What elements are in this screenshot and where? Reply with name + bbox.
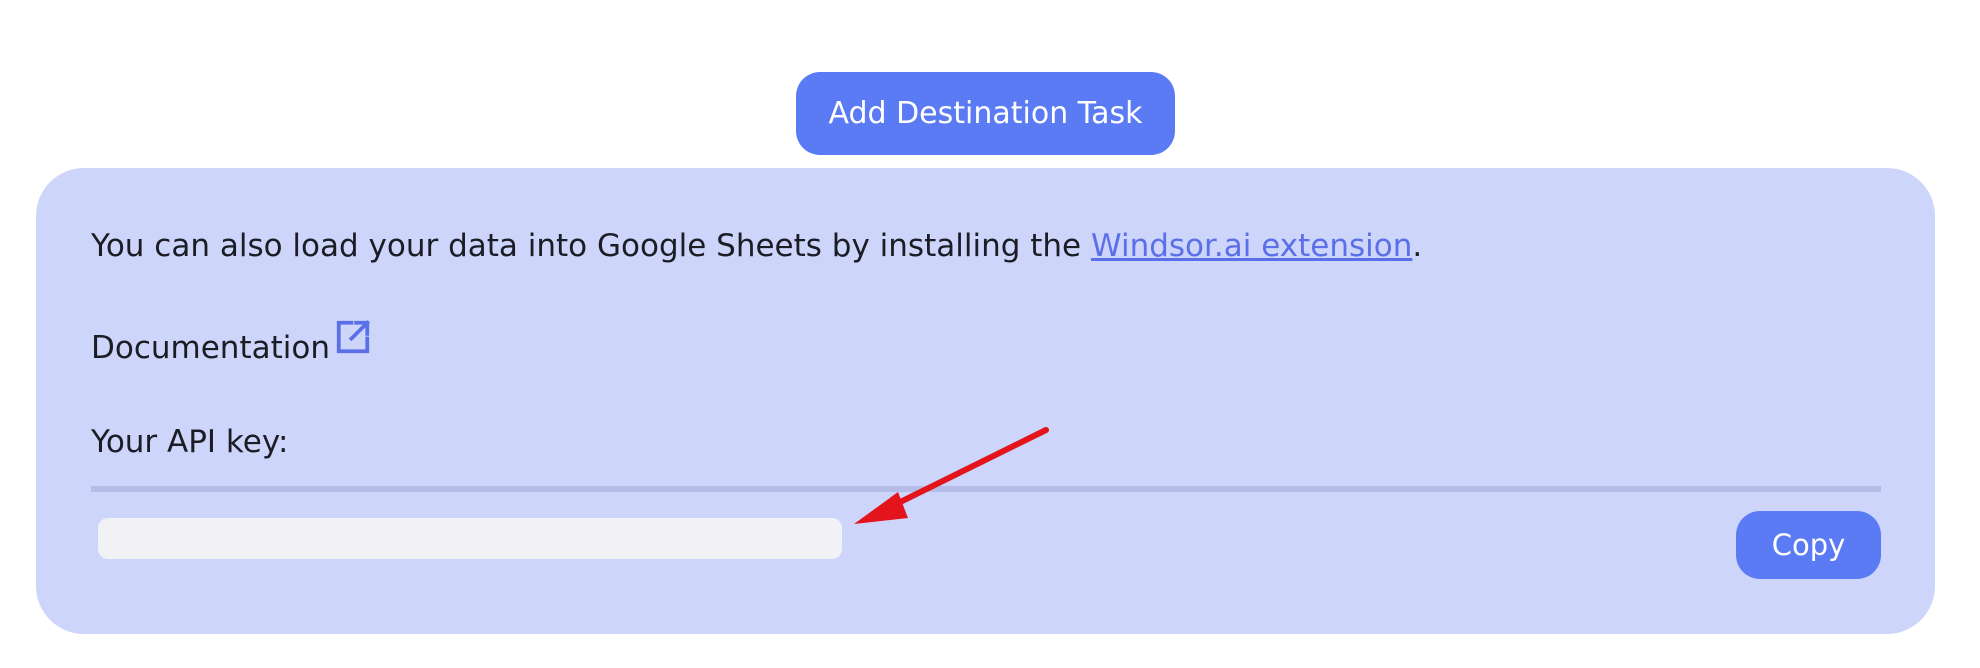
documentation-label: Documentation — [91, 330, 330, 366]
info-text-suffix: . — [1412, 228, 1423, 264]
copy-button[interactable]: Copy — [1736, 511, 1881, 579]
google-sheets-panel: You can also load your data into Google … — [36, 168, 1935, 634]
windsor-extension-link[interactable]: Windsor.ai extension — [1091, 228, 1412, 264]
api-key-label: Your API key: — [91, 424, 289, 460]
red-arrow-icon — [854, 427, 1049, 524]
sheets-info-text: You can also load your data into Google … — [91, 228, 1422, 264]
api-key-field[interactable] — [98, 518, 842, 559]
add-destination-task-button[interactable]: Add Destination Task — [796, 72, 1175, 155]
documentation-row: Documentation — [91, 318, 372, 366]
external-link-icon[interactable] — [334, 318, 372, 356]
info-text-prefix: You can also load your data into Google … — [91, 228, 1091, 264]
